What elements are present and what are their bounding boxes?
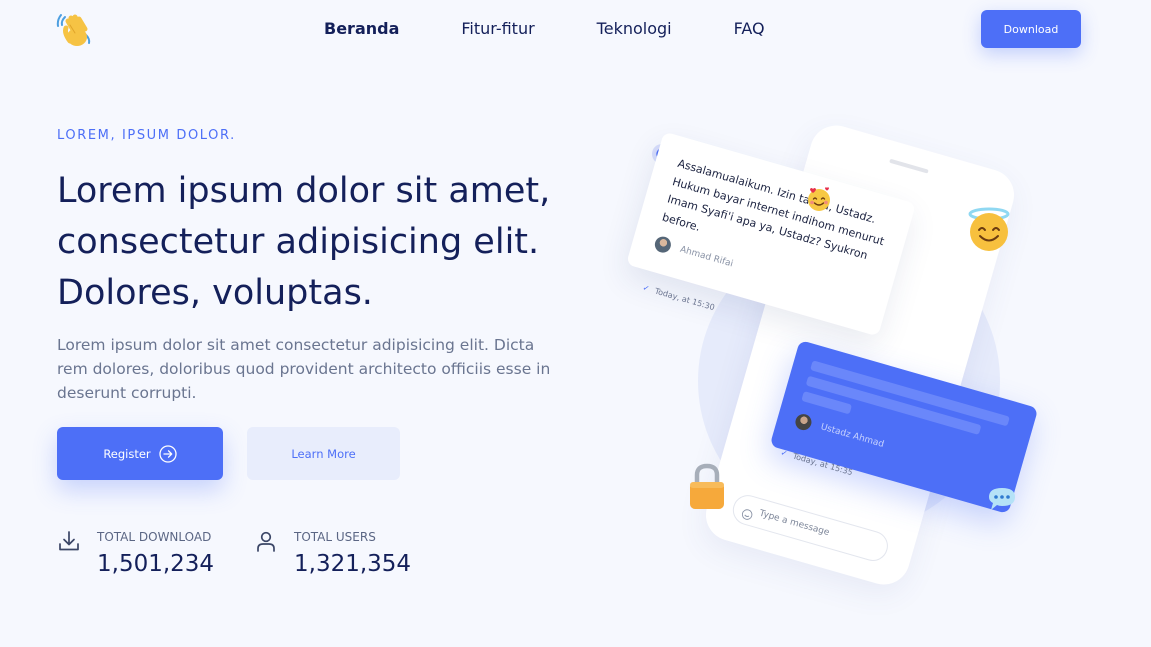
speech-bubble-icon	[987, 485, 1017, 517]
smiling-hearts-emoji-icon	[805, 185, 833, 217]
stat-label: TOTAL DOWNLOAD	[97, 530, 212, 544]
lock-icon	[688, 462, 726, 516]
nav-item-faq[interactable]: FAQ	[734, 19, 765, 39]
smile-icon	[741, 503, 756, 520]
download-icon	[57, 529, 81, 553]
register-button[interactable]: Register	[57, 427, 223, 480]
stat-label: TOTAL USERS	[294, 530, 376, 544]
incoming-time: Today, at 15:30	[653, 286, 716, 313]
hero-eyebrow: LOREM, IPSUM DOLOR.	[57, 128, 236, 143]
avatar	[652, 234, 673, 255]
check-icon: ✓	[641, 283, 651, 294]
smiling-halo-emoji-icon	[966, 206, 1012, 256]
outgoing-sender-name: Ustadz Ahmad	[819, 422, 886, 450]
avatar	[793, 412, 814, 432]
register-label: Register	[103, 446, 151, 461]
nav-item-teknologi[interactable]: Teknologi	[597, 19, 672, 39]
stat-value: 1,501,234	[97, 551, 215, 577]
message-input: Type a message	[729, 491, 892, 565]
hero-headline: Lorem ipsum dolor sit amet, consectetur …	[57, 171, 551, 313]
message-input-placeholder: Type a message	[758, 508, 831, 539]
learn-more-button[interactable]: Learn More	[247, 427, 400, 480]
arrow-right-circle-icon	[159, 444, 177, 463]
nav-item-beranda[interactable]: Beranda	[324, 19, 399, 39]
check-icon: ✓	[779, 448, 789, 459]
incoming-sender-name: Ahmad Rifai	[678, 244, 735, 270]
outgoing-sender: Ustadz Ahmad	[793, 412, 886, 453]
top-nav: Beranda Fitur-fitur Teknologi FAQ Downlo…	[0, 0, 1151, 62]
hero-illustration: Type a message Assalamualaikum. Izin tan…	[600, 110, 1151, 610]
hero-lead: Lorem ipsum dolor sit amet consectetur a…	[57, 336, 551, 402]
waving-hand-icon[interactable]	[56, 11, 94, 49]
incoming-timestamp: ✓ Today, at 15:30	[642, 283, 716, 312]
nav-item-fitur[interactable]: Fitur-fitur	[461, 19, 534, 39]
download-button[interactable]: Download	[981, 10, 1081, 48]
user-icon	[254, 529, 278, 553]
main-menu: Beranda Fitur-fitur Teknologi FAQ	[324, 19, 827, 39]
phone-notch	[889, 158, 929, 174]
stat-value: 1,321,354	[294, 551, 412, 577]
